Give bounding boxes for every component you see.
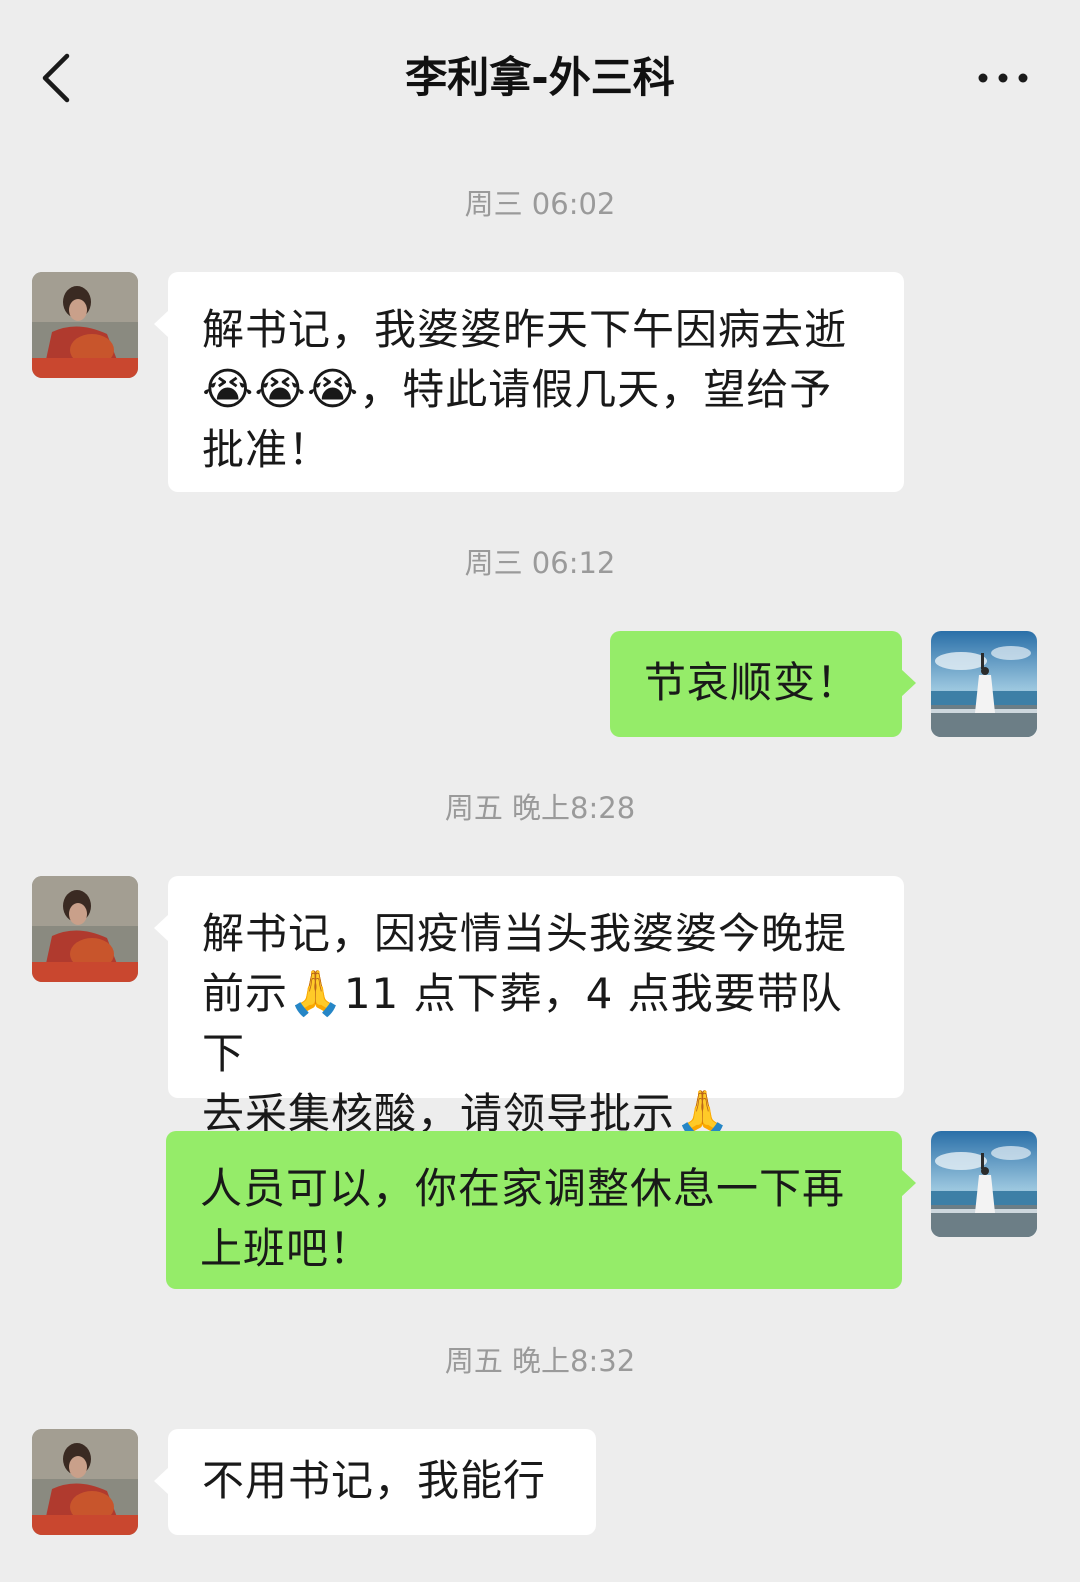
message-text: 节哀顺变！	[644, 658, 860, 707]
contact-avatar[interactable]	[32, 272, 138, 378]
message-text: 前示	[202, 969, 289, 1018]
message-text: 不用书记，我能行	[202, 1456, 547, 1505]
contact-avatar-image	[32, 876, 138, 982]
message-bubble-incoming[interactable]: 不用书记，我能行	[154, 1429, 596, 1535]
message-text: ，特此请假几天，望给予	[359, 365, 833, 414]
more-options-button[interactable]	[958, 48, 1048, 108]
message-timestamp: 周三 06:12	[464, 546, 616, 580]
contact-avatar[interactable]	[32, 1429, 138, 1535]
message-timestamp: 周三 06:02	[464, 187, 616, 221]
message-bubble-incoming[interactable]: 解书记，我婆婆昨天下午因病去逝 😭😭😭，特此请假几天，望给予 批准！	[154, 272, 904, 492]
chat-screen: 李利拿-外三科 周三 06:02 解书记，我婆婆昨天下午因病去逝 😭😭😭，特此请…	[0, 0, 1080, 1582]
my-avatar-image	[931, 631, 1037, 737]
more-dots-icon	[978, 73, 1028, 83]
message-timestamp: 周五 晚上8:32	[444, 1344, 636, 1378]
contact-avatar-image	[32, 1429, 138, 1535]
my-avatar-image	[931, 1131, 1037, 1237]
my-avatar[interactable]	[931, 1131, 1037, 1237]
message-bubble-outgoing[interactable]: 节哀顺变！	[610, 631, 916, 737]
chat-title: 李利拿-外三科	[405, 53, 675, 102]
crying-emoji-icon: 😭😭😭	[202, 364, 360, 415]
message-text-line: 😭😭😭，特此请假几天，望给予	[202, 360, 872, 420]
message-text-line: 解书记，因疫情当头我婆婆今晚提	[202, 909, 848, 958]
message-text-line: 批准！	[202, 425, 332, 474]
chat-header: 李利拿-外三科	[0, 0, 1080, 160]
message-bubble-incoming[interactable]: 解书记，因疫情当头我婆婆今晚提 前示🙏11 点下葬，4 点我要带队下 去采集核酸…	[154, 876, 904, 1139]
message-text-line: 上班吧！	[200, 1224, 373, 1273]
contact-avatar[interactable]	[32, 876, 138, 982]
message-text-line: 解书记，我婆婆昨天下午因病去逝	[202, 305, 848, 354]
message-timestamp: 周五 晚上8:28	[444, 791, 636, 825]
contact-avatar-image	[32, 272, 138, 378]
message-bubble-outgoing[interactable]: 人员可以，你在家调整休息一下再 上班吧！	[166, 1131, 916, 1289]
chevron-left-icon	[42, 53, 70, 103]
praying-hands-emoji-icon: 🙏	[288, 968, 344, 1019]
back-button[interactable]	[22, 40, 92, 116]
message-text-line: 前示🙏11 点下葬，4 点我要带队下	[202, 964, 872, 1084]
my-avatar[interactable]	[931, 631, 1037, 737]
message-text-line: 人员可以，你在家调整休息一下再	[200, 1164, 846, 1213]
